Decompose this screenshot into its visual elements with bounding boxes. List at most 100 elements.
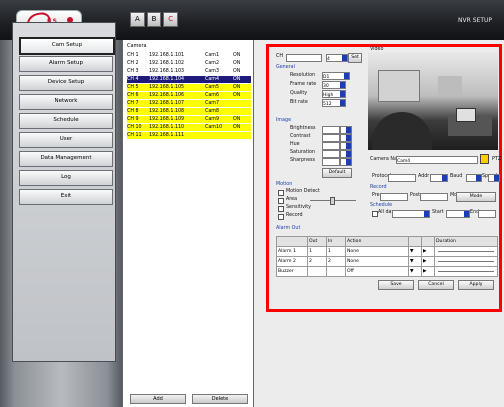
framerate-value: 30	[323, 84, 329, 89]
alarm-row-down-icon[interactable]: ▼	[408, 256, 422, 267]
alarm-row-duration-slider[interactable]	[434, 246, 498, 257]
sharpness-field[interactable]	[322, 158, 340, 166]
channel-select[interactable]: 4	[326, 54, 348, 62]
delete-channel-button[interactable]: Delete	[192, 394, 248, 404]
sensitivity-slider-knob[interactable]	[330, 197, 335, 205]
alarm-row-duration-slider[interactable]	[434, 256, 498, 267]
nav-exit-button[interactable]: Exit	[19, 189, 113, 205]
contrast-field[interactable]	[322, 134, 340, 142]
record-field-1: Pre	[372, 193, 380, 198]
channel-set-button[interactable]: Set	[348, 53, 362, 63]
toolbar-button-3[interactable]: C	[163, 12, 179, 27]
channel-select-value: 4	[327, 57, 330, 62]
record-post-field[interactable]	[420, 193, 448, 201]
alarm-row: Alarm 1 1 1 None ▼ ▶	[276, 246, 498, 257]
ptz-baud-select[interactable]	[466, 174, 482, 182]
toolbar-button-2[interactable]: B	[146, 12, 162, 27]
add-channel-button[interactable]: Add	[130, 394, 186, 404]
channel-cell: Cam5	[205, 85, 220, 90]
camera-icon[interactable]	[480, 154, 489, 164]
nav-user-button[interactable]: User	[19, 132, 113, 148]
ptz-speed-select[interactable]	[488, 174, 500, 182]
channel-cell: 192.168.1.111	[149, 133, 185, 138]
channel-value-field[interactable]	[286, 54, 322, 62]
resolution-select[interactable]: D1	[322, 72, 350, 80]
saturation-spin[interactable]	[340, 150, 352, 158]
apply-button[interactable]: Apply	[458, 280, 494, 290]
schedule-start-select[interactable]	[392, 210, 430, 218]
channel-cell: 192.168.1.110	[149, 125, 185, 130]
bitrate-select[interactable]: 512	[322, 99, 346, 107]
record-mode-button[interactable]: Mode	[456, 192, 496, 202]
nav-panel: Cam Setup Alarm Setup Device Setup Netwo…	[12, 22, 116, 362]
ptz-option-3: Baud	[450, 174, 463, 179]
alarm-row-out[interactable]: 1	[307, 246, 327, 257]
channel-list-row[interactable]: CH 2 192.168.1.102 Cam2 ON	[127, 60, 251, 67]
motion-detect-checkbox[interactable]	[278, 190, 284, 196]
channel-list-row[interactable]: CH 10 192.168.1.110 Cam10 ON	[127, 124, 251, 131]
schedule-end-field[interactable]	[478, 210, 496, 218]
channel-cell: ON	[233, 69, 241, 74]
framerate-select[interactable]: 30	[322, 81, 346, 89]
ptz-addr-select[interactable]	[430, 174, 448, 182]
sharpness-spin[interactable]	[340, 158, 352, 166]
save-button[interactable]: Save	[378, 280, 414, 290]
channel-cell: CH 5	[127, 85, 139, 90]
channel-list-row[interactable]: CH 8 192.168.1.108 Cam8	[127, 108, 251, 115]
channel-list-row[interactable]: CH 3 192.168.1.103 Cam3 ON	[127, 68, 251, 75]
ptz-protocol-field[interactable]	[388, 174, 416, 182]
nav-schedule-button[interactable]: Schedule	[19, 113, 113, 129]
alarm-row-in[interactable]	[326, 266, 346, 277]
channel-list-row[interactable]: CH 5 192.168.1.105 Cam5 ON	[127, 84, 251, 91]
record-section-title: Record	[370, 185, 387, 190]
toolbar-button-1[interactable]: A	[130, 12, 145, 27]
channel-list-row[interactable]: CH 11 192.168.1.111	[127, 132, 251, 139]
motion-record-checkbox[interactable]	[278, 214, 284, 220]
camera-name-value: Cam4	[397, 159, 411, 164]
cancel-button[interactable]: Cancel	[418, 280, 454, 290]
alarm-row-play-icon[interactable]: ▶	[421, 266, 435, 277]
nav-network-button[interactable]: Network	[19, 94, 113, 110]
alarm-row-out[interactable]: 2	[307, 256, 327, 267]
alarm-row-down-icon[interactable]: ▼	[408, 266, 422, 277]
nav-cam-setup-button[interactable]: Cam Setup	[19, 37, 115, 55]
alarm-row-play-icon[interactable]: ▶	[421, 256, 435, 267]
nav-device-setup-button[interactable]: Device Setup	[19, 75, 113, 91]
channel-list-row[interactable]: CH 1 192.168.1.101 Cam1 ON	[127, 52, 251, 59]
saturation-field[interactable]	[322, 150, 340, 158]
alarm-row-play-icon[interactable]: ▶	[421, 246, 435, 257]
alarm-row-in[interactable]: 2	[326, 256, 346, 267]
channel-list-row[interactable]: CH 7 192.168.1.107 Cam7	[127, 100, 251, 107]
image-default-button[interactable]: Default	[322, 168, 352, 178]
brightness-spin[interactable]	[340, 126, 352, 134]
channel-cell: 192.168.1.109	[149, 117, 185, 122]
channel-cell: CH 2	[127, 61, 139, 66]
alarm-row-action[interactable]: None	[345, 256, 409, 267]
alarm-row-in[interactable]: 1	[326, 246, 346, 257]
record-pre-field[interactable]	[380, 193, 408, 201]
motion-area-checkbox[interactable]	[278, 198, 284, 204]
channel-list-header: Camera	[127, 43, 147, 49]
nav-log-button[interactable]: Log	[19, 170, 113, 186]
alarm-row-name: Alarm 2	[276, 256, 308, 267]
alarm-row-action[interactable]: Off	[345, 266, 409, 277]
hue-spin[interactable]	[340, 142, 352, 150]
channel-label: CH	[276, 54, 283, 59]
schedule-end-select[interactable]	[446, 210, 470, 218]
alarm-row-out[interactable]	[307, 266, 327, 277]
channel-list-row[interactable]: CH 4 192.168.1.104 Cam4 ON	[127, 76, 251, 83]
brightness-field[interactable]	[322, 126, 340, 134]
alarm-row-duration-slider[interactable]	[434, 266, 498, 277]
camera-name-field[interactable]: Cam4	[396, 156, 478, 164]
quality-select[interactable]: High	[322, 90, 346, 98]
contrast-spin[interactable]	[340, 134, 352, 142]
channel-list-row[interactable]: CH 6 192.168.1.106 Cam6 ON	[127, 92, 251, 99]
channel-cell: ON	[233, 77, 241, 82]
alarm-row-action[interactable]: None	[345, 246, 409, 257]
alarm-row-down-icon[interactable]: ▼	[408, 246, 422, 257]
nav-data-management-button[interactable]: Data Management	[19, 151, 113, 167]
hue-field[interactable]	[322, 142, 340, 150]
channel-list-row[interactable]: CH 9 192.168.1.109 Cam9 ON	[127, 116, 251, 123]
nav-alarm-setup-button[interactable]: Alarm Setup	[19, 56, 113, 72]
motion-sensitivity-checkbox[interactable]	[278, 206, 284, 212]
